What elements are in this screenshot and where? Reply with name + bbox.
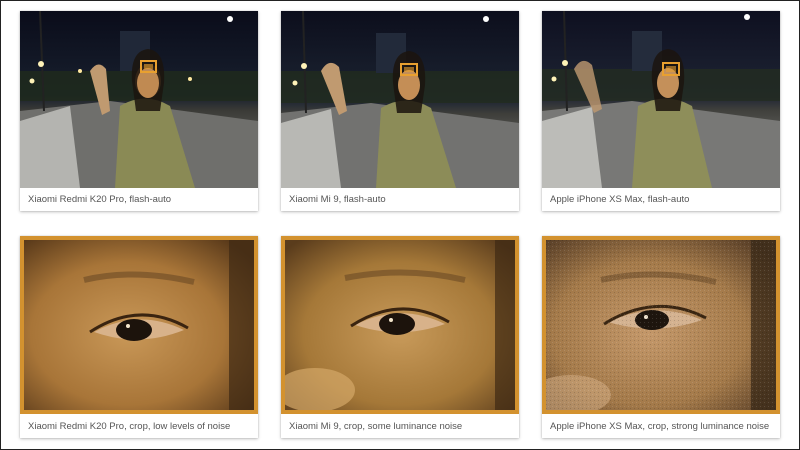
- photo-card-iphone-xs-max[interactable]: Apple iPhone XS Max, flash-auto: [542, 11, 780, 211]
- photo-caption: Xiaomi Redmi K20 Pro, crop, low levels o…: [28, 421, 231, 432]
- crop-card-mi-9[interactable]: Xiaomi Mi 9, crop, some luminance noise: [281, 236, 519, 438]
- night-portrait-photo[interactable]: [542, 11, 780, 188]
- photo-caption: Xiaomi Redmi K20 Pro, flash-auto: [28, 194, 172, 205]
- photo-caption: Xiaomi Mi 9, flash-auto: [289, 194, 386, 205]
- photo-caption: Apple iPhone XS Max, crop, strong lumina…: [550, 421, 770, 432]
- eye-crop-photo[interactable]: [542, 236, 780, 414]
- eye-crop-photo[interactable]: [20, 236, 258, 414]
- photo-card-redmi-k20-pro[interactable]: Xiaomi Redmi K20 Pro, flash-auto: [20, 11, 258, 211]
- photo-card-mi-9[interactable]: Xiaomi Mi 9, flash-auto: [281, 11, 519, 211]
- crop-card-iphone-xs-max[interactable]: Apple iPhone XS Max, crop, strong lumina…: [542, 236, 780, 438]
- photo-caption: Xiaomi Mi 9, crop, some luminance noise: [289, 421, 463, 432]
- photo-caption: Apple iPhone XS Max, flash-auto: [550, 194, 690, 205]
- night-portrait-photo[interactable]: [281, 11, 519, 188]
- crop-card-redmi-k20-pro[interactable]: Xiaomi Redmi K20 Pro, crop, low levels o…: [20, 236, 258, 438]
- eye-crop-photo[interactable]: [281, 236, 519, 414]
- night-portrait-photo[interactable]: [20, 11, 258, 188]
